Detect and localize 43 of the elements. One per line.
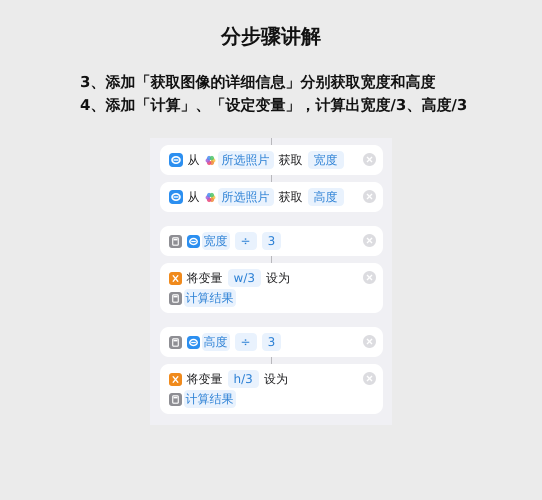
parameter-token[interactable]: 3 [262, 333, 282, 351]
info-icon [186, 336, 200, 348]
parameter-token[interactable]: ÷ [234, 333, 257, 351]
calculator-icon [168, 336, 182, 348]
close-icon[interactable] [362, 271, 376, 284]
info-icon [168, 153, 182, 167]
action-label: 获取 [278, 152, 302, 169]
calculator-icon [168, 292, 182, 304]
step-text: 4、添加「计算」、「设定变量」，计算出宽度/3、高度/3 [80, 95, 468, 115]
action-label: 将变量 [186, 371, 222, 388]
parameter-token[interactable]: h/3 [228, 370, 259, 388]
parameter-token[interactable]: ÷ [234, 232, 257, 250]
step-text: 3、添加「获取图像的详细信息」分别获取宽度和高度 [80, 72, 436, 92]
parameter-token[interactable]: w/3 [228, 269, 261, 287]
close-icon[interactable] [362, 234, 376, 247]
variable-icon [168, 272, 182, 284]
calculator-icon [168, 392, 182, 406]
variable-icon [168, 372, 182, 386]
info-icon [168, 190, 182, 204]
action-label: 设为 [264, 371, 288, 388]
action-label: 设为 [266, 270, 290, 287]
variable-token[interactable]: 计算结果 [184, 289, 236, 307]
variable-token[interactable]: 宽度 [202, 232, 230, 250]
variable-token[interactable]: 计算结果 [184, 390, 236, 408]
info-icon [186, 234, 200, 248]
action-label: 从 [188, 152, 200, 169]
parameter-token[interactable]: 高度 [308, 188, 344, 206]
action-label: 获取 [278, 189, 302, 206]
photos-token[interactable]: 所选照片 [218, 151, 274, 169]
page-title: 分步骤讲解 [221, 23, 321, 50]
parameter-token[interactable]: 宽度 [308, 151, 344, 169]
close-icon[interactable] [362, 190, 376, 203]
flower-icon [204, 192, 216, 202]
close-icon[interactable] [362, 335, 376, 348]
close-icon[interactable] [362, 153, 376, 166]
flower-icon [204, 154, 216, 166]
action-label: 将变量 [186, 270, 222, 287]
calculator-icon [168, 234, 182, 248]
variable-token[interactable]: 高度 [202, 333, 230, 351]
photos-token[interactable]: 所选照片 [218, 188, 274, 206]
action-label: 从 [188, 189, 200, 206]
parameter-token[interactable]: 3 [262, 232, 282, 250]
close-icon[interactable] [362, 372, 376, 385]
